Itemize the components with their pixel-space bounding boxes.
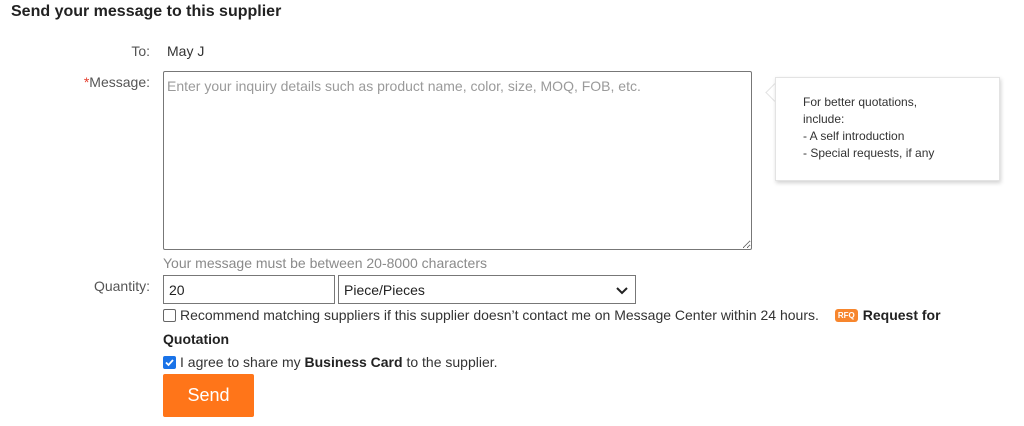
agree-row: I agree to share my Business Card to the… [163, 354, 498, 370]
quantity-label: Quantity: [93, 278, 150, 294]
quotation-tip: For better quotations, include: - A self… [775, 77, 1000, 181]
tip-line: For better quotations, [803, 95, 918, 109]
agree-business-card: Business Card [304, 354, 403, 370]
checkmark-icon [165, 358, 174, 366]
chevron-down-icon [616, 286, 628, 294]
agree-checkbox[interactable] [163, 355, 176, 369]
quantity-input[interactable] [163, 275, 335, 304]
unit-selected-value: Piece/Pieces [344, 281, 425, 298]
recommend-checkbox[interactable] [163, 308, 176, 322]
to-label: To: [131, 43, 150, 59]
tip-line: - Special requests, if any [803, 146, 935, 160]
tip-line: include: [803, 112, 845, 126]
send-button[interactable]: Send [163, 374, 254, 417]
tip-line: - A self introduction [803, 129, 905, 143]
rfq-link-continued[interactable]: Quotation [163, 331, 229, 347]
agree-text-prefix: I agree to share my [180, 354, 305, 370]
rfq-icon: RFQ [834, 308, 858, 322]
unit-select[interactable]: Piece/Pieces [338, 275, 636, 304]
message-label-text: Message: [89, 74, 150, 90]
message-textarea[interactable] [163, 71, 752, 250]
page-title: Send your message to this supplier [11, 3, 282, 20]
recommend-row: Recommend matching suppliers if this sup… [163, 307, 941, 323]
rfq-link[interactable]: Request for [863, 307, 941, 323]
message-length-hint: Your message must be between 20-8000 cha… [163, 255, 488, 271]
agree-text-suffix: to the supplier. [402, 354, 498, 370]
message-label: *Message: [0, 74, 150, 90]
recipient-name: May J [167, 43, 205, 59]
recommend-text: Recommend matching suppliers if this sup… [180, 307, 819, 323]
